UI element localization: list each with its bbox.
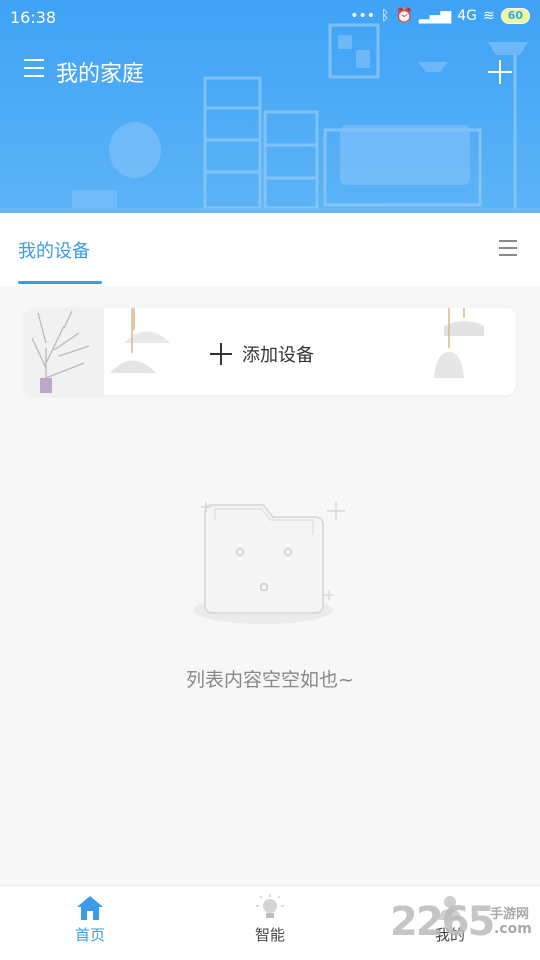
nav-smart[interactable]: 智能	[220, 894, 320, 945]
hamburger-icon[interactable]	[24, 59, 44, 79]
tab-bar: 我的设备	[0, 213, 540, 286]
watermark-number: 2265	[390, 899, 495, 945]
add-device-text: 添加设备	[242, 345, 314, 366]
watermark-brand: 手游网	[490, 907, 530, 922]
wifi-icon: ≋	[482, 8, 495, 24]
list-icon[interactable]	[499, 240, 517, 258]
signal-icon: ▂▄▆	[418, 8, 452, 24]
nav-home-label: 首页	[74, 926, 105, 944]
battery-icon: 60	[500, 8, 530, 24]
network-label: 4G	[457, 8, 477, 24]
add-device-plus-icon	[210, 343, 232, 365]
tab-my-devices[interactable]: 我的设备	[18, 237, 90, 263]
nav-home[interactable]: 首页	[40, 894, 140, 945]
empty-folder-icon	[193, 502, 345, 624]
home-title[interactable]: 我的家庭	[56, 56, 144, 88]
home-icon	[77, 896, 103, 920]
watermark-logo: 2265 手游网 .com	[390, 895, 540, 955]
nav-smart-label: 智能	[254, 926, 285, 944]
add-device-card[interactable]: 添加设备	[24, 308, 516, 395]
header: 16:38 ••• ᛒ ⏰ ▂▄▆ 4G ≋ 60 我的家庭	[0, 0, 540, 213]
dots-icon: •••	[350, 8, 376, 24]
status-time: 16:38	[10, 8, 57, 27]
add-device-label[interactable]: 添加设备	[210, 341, 314, 367]
status-bar: 16:38 ••• ᛒ ⏰ ▂▄▆ 4G ≋ 60	[0, 0, 540, 36]
empty-message: 列表内容空空如也~	[186, 669, 354, 691]
bulb-icon	[256, 894, 284, 918]
alarm-icon: ⏰	[395, 8, 413, 24]
tab-underline	[18, 281, 102, 284]
add-plus-icon[interactable]	[488, 60, 512, 84]
status-icons: ••• ᛒ ⏰ ▂▄▆ 4G ≋ 60	[350, 8, 530, 24]
watermark-domain: .com	[494, 921, 532, 937]
bluetooth-icon: ᛒ	[381, 8, 390, 24]
